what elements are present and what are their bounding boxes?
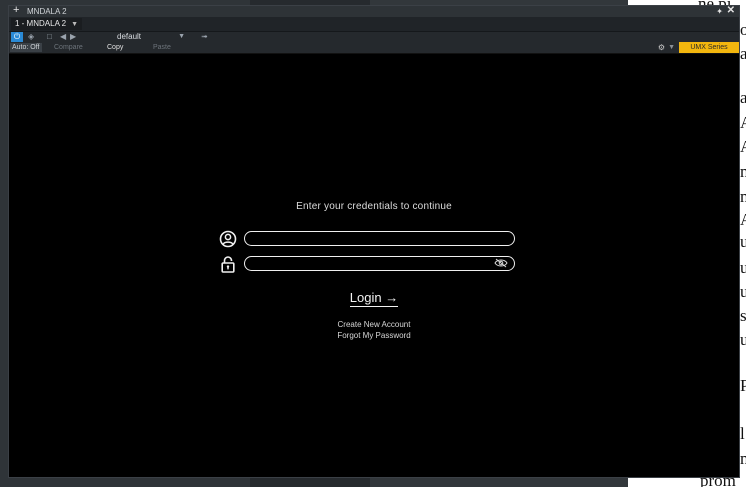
preset-name: default	[117, 32, 142, 41]
instrument-tab-label: 1 - MNDALA 2	[15, 19, 67, 28]
headphone-icon[interactable]: ◈	[28, 32, 34, 42]
close-icon[interactable]: ✕	[727, 5, 735, 16]
instrument-tab[interactable]: 1 - MNDALA 2 ▼	[11, 18, 83, 30]
doc-text: u	[740, 258, 746, 277]
username-field[interactable]	[244, 231, 515, 246]
series-badge[interactable]: UMX Series	[679, 42, 739, 53]
doc-text: A	[740, 210, 746, 230]
compare-button[interactable]: Compare	[54, 42, 83, 53]
preset-toolbar: ⏻ ◈ □ ◀ ▶ default ▼ ➟	[9, 32, 739, 42]
doc-text: n	[740, 162, 746, 181]
doc-text: l	[740, 424, 745, 443]
instrument-bar: 1 - MNDALA 2 ▼	[9, 17, 739, 32]
doc-text: n	[740, 187, 746, 206]
doc-text: A	[740, 113, 746, 133]
compare-toolbar: Auto: Off Compare Copy Paste ⚙ ▼ UMX Ser…	[9, 42, 739, 54]
window-title: MNDALA 2	[27, 7, 67, 16]
window-titlebar[interactable]: + MNDALA 2 ✦ ✕	[9, 5, 739, 17]
chevron-down-icon: ▼	[178, 33, 185, 40]
chevron-down-icon: ▼	[71, 21, 79, 28]
gear-icon[interactable]: ⚙	[658, 42, 665, 53]
next-preset-icon[interactable]: ▶	[70, 32, 76, 42]
doc-text: A	[740, 137, 746, 157]
paste-button[interactable]: Paste	[153, 42, 171, 53]
pin-icon[interactable]: ✦	[716, 6, 723, 17]
username-row	[219, 230, 519, 248]
doc-text: n	[740, 449, 746, 468]
lock-icon	[221, 256, 235, 273]
preset-selector[interactable]: default ▼	[85, 32, 185, 42]
doc-text: a	[740, 44, 746, 63]
power-icon[interactable]: ⏻	[11, 32, 23, 42]
password-input[interactable]	[253, 257, 497, 271]
plus-icon[interactable]: +	[13, 5, 19, 16]
hide-password-icon[interactable]	[494, 258, 508, 268]
doc-text: u	[740, 330, 746, 349]
plugin-window: + MNDALA 2 ✦ ✕ 1 - MNDALA 2 ▼ ⏻ ◈ □ ◀ ▶ d…	[8, 5, 740, 478]
chevron-down-icon[interactable]: ▼	[668, 42, 675, 53]
user-icon	[219, 230, 237, 248]
sidechain-icon[interactable]: ➟	[201, 32, 208, 42]
login-button[interactable]: Login →	[349, 290, 399, 307]
doc-text: P	[740, 376, 746, 395]
username-input[interactable]	[253, 232, 497, 246]
automation-button[interactable]: Auto: Off	[10, 43, 42, 52]
login-heading: Enter your credentials to continue	[296, 201, 452, 212]
doc-text: s	[740, 306, 746, 325]
copy-button[interactable]: Copy	[107, 42, 123, 53]
create-account-link[interactable]: Create New Account	[9, 320, 739, 329]
save-preset-icon[interactable]: □	[47, 32, 52, 42]
password-row	[219, 255, 519, 273]
previous-preset-icon[interactable]: ◀	[60, 32, 66, 42]
forgot-password-link[interactable]: Forgot My Password	[9, 331, 739, 340]
doc-text: o	[740, 20, 746, 39]
login-button-wrap: Login →	[9, 290, 739, 307]
doc-text: u	[740, 232, 746, 251]
password-field[interactable]	[244, 256, 515, 271]
doc-text: u	[740, 282, 746, 301]
doc-text: as	[740, 88, 746, 107]
